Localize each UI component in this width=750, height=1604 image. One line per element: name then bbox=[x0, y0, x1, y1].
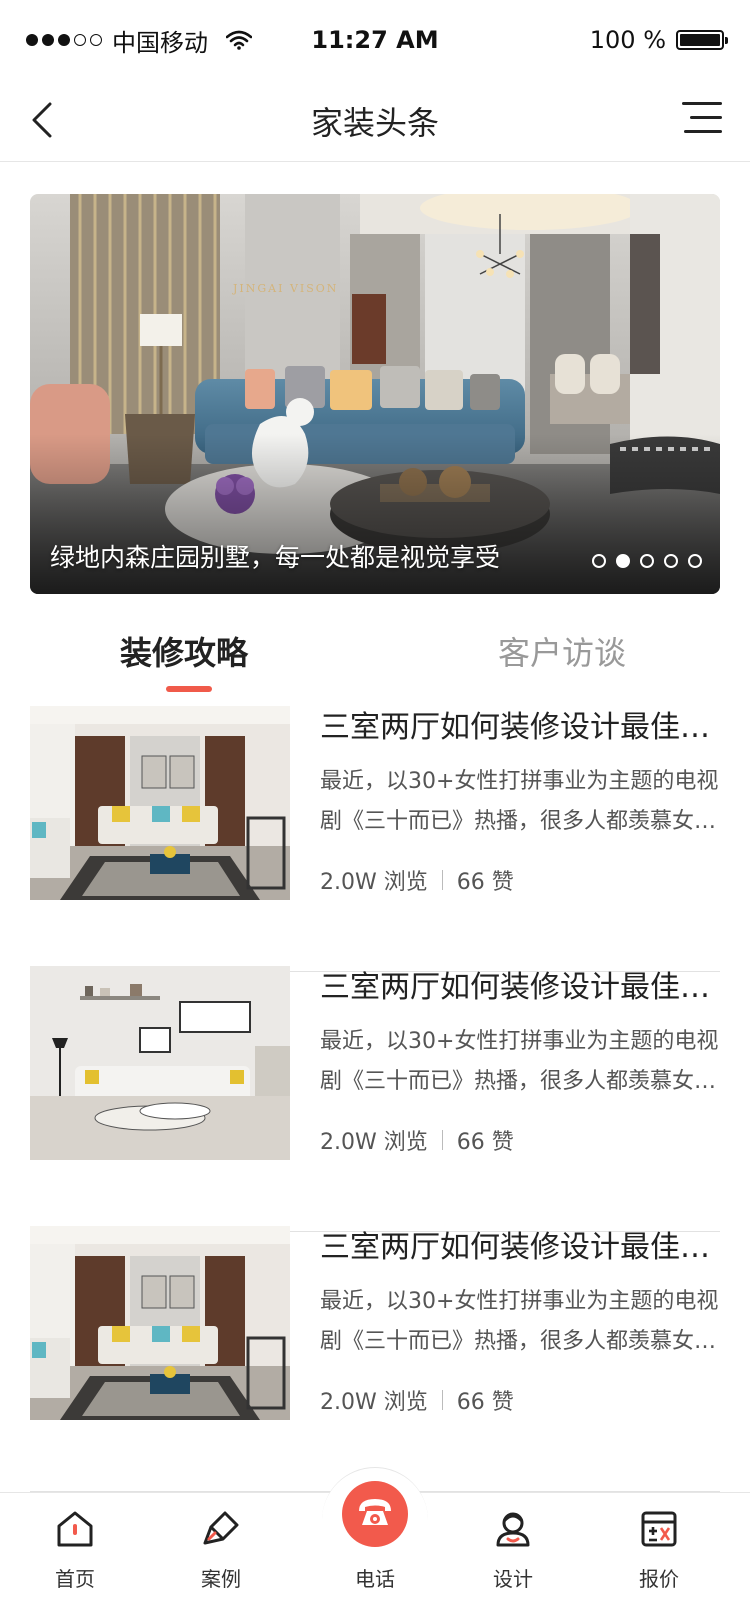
article-stats: 2.0W 浏览 66 赞 bbox=[320, 1124, 514, 1156]
like-count: 66 赞 bbox=[456, 1390, 514, 1415]
tab-decoration-guide[interactable]: 装修攻略 bbox=[120, 628, 248, 674]
article-summary: 最近，以30+女性打拼事业为主题的电视 剧《三十而已》热播，很多人都羡慕女主角 bbox=[320, 762, 720, 842]
article-summary: 最近，以30+女性打拼事业为主题的电视 剧《三十而已》热播，很多人都羡慕女主角 bbox=[320, 1282, 720, 1362]
carrier-name: 中国移动 bbox=[112, 28, 208, 57]
banner-caption: 绿地内森庄园别墅，每一处都是视觉享受 bbox=[50, 543, 501, 572]
article-thumbnail bbox=[30, 966, 290, 1160]
divider bbox=[441, 870, 443, 890]
calculator-icon bbox=[641, 1511, 677, 1547]
status-bar: 中国移动 11:27 AM 100 % bbox=[0, 0, 750, 80]
article-thumbnail bbox=[30, 706, 290, 900]
article-stats: 2.0W 浏览 66 赞 bbox=[320, 1384, 514, 1416]
like-count: 66 赞 bbox=[456, 1130, 514, 1155]
battery-percent: 100 % bbox=[589, 26, 666, 54]
phone-icon bbox=[359, 1499, 391, 1525]
banner-watermark: JINGAI VISON bbox=[232, 282, 338, 295]
banner-image: JINGAI VISON bbox=[30, 194, 720, 594]
view-count: 2.0W 浏览 bbox=[320, 1390, 428, 1415]
like-count: 66 赞 bbox=[456, 870, 514, 895]
article-summary-line: 最近，以30+女性打拼事业为主题的电视 bbox=[320, 769, 719, 794]
battery-icon bbox=[676, 30, 728, 50]
wifi-icon bbox=[226, 30, 252, 50]
article-item[interactable]: 三室两厅如何装修设计最佳？还有哪些注意事项 最近，以30+女性打拼事业为主题的电… bbox=[30, 966, 720, 1232]
article-summary: 最近，以30+女性打拼事业为主题的电视 剧《三十而已》热播，很多人都羡慕女主角 bbox=[320, 1022, 720, 1102]
article-summary-line: 剧《三十而已》热播，很多人都羡慕女主角 bbox=[320, 1329, 720, 1354]
tabbar-label: 报价 bbox=[639, 1567, 679, 1591]
tabbar-item-home[interactable]: 首页 bbox=[0, 1493, 150, 1604]
article-summary-line: 最近，以30+女性打拼事业为主题的电视 bbox=[320, 1029, 719, 1054]
tabbar-item-quote[interactable]: 报价 bbox=[584, 1493, 734, 1604]
article-title[interactable]: 三室两厅如何装修设计最佳？还有哪些注意事项 bbox=[320, 966, 720, 1010]
navigation-bar: 家装头条 bbox=[0, 80, 750, 162]
article-thumbnail bbox=[30, 1226, 290, 1420]
content-tabs: 装修攻略 客户访谈 bbox=[0, 620, 750, 692]
active-tab-indicator bbox=[166, 686, 212, 692]
view-count: 2.0W 浏览 bbox=[320, 870, 428, 895]
list-menu-icon[interactable] bbox=[682, 100, 722, 136]
designer-icon bbox=[496, 1512, 530, 1547]
phone-call-button[interactable] bbox=[342, 1481, 408, 1547]
tabbar-item-design[interactable]: 设计 bbox=[438, 1493, 588, 1604]
banner-carousel[interactable]: JINGAI VISON 绿地内森庄园别墅，每一处都是视觉享受 bbox=[30, 194, 720, 594]
article-item[interactable]: 三室两厅如何装修设计最佳？还有哪些注意事项 最近，以30+女性打拼事业为主题的电… bbox=[30, 1226, 720, 1492]
page-title: 家装头条 bbox=[310, 104, 439, 142]
article-title[interactable]: 三室两厅如何装修设计最佳？还有哪些注意事项 bbox=[320, 706, 720, 750]
brush-icon bbox=[203, 1511, 239, 1545]
signal-strength-icon bbox=[26, 34, 102, 46]
article-summary-line: 剧《三十而已》热播，很多人都羡慕女主角 bbox=[320, 1069, 720, 1094]
tabbar-label: 案例 bbox=[201, 1567, 241, 1591]
article-summary-line: 最近，以30+女性打拼事业为主题的电视 bbox=[320, 1289, 719, 1314]
bottom-tab-bar: 首页 案例 电话 设计 报价 bbox=[0, 1467, 750, 1604]
carousel-dot[interactable] bbox=[592, 554, 606, 568]
article-title[interactable]: 三室两厅如何装修设计最佳？还有哪些注意事项 bbox=[320, 1226, 720, 1270]
carousel-dot[interactable] bbox=[640, 554, 654, 568]
home-icon bbox=[57, 1511, 93, 1547]
divider bbox=[441, 1130, 443, 1150]
tabbar-item-cases[interactable]: 案例 bbox=[146, 1493, 296, 1604]
tab-customer-interview[interactable]: 客户访谈 bbox=[498, 628, 626, 674]
article-summary-line: 剧《三十而已》热播，很多人都羡慕女主角 bbox=[320, 809, 720, 834]
tabbar-item-phone[interactable]: 电话 bbox=[300, 1481, 450, 1604]
carousel-dot-active[interactable] bbox=[616, 554, 630, 568]
tabbar-label: 设计 bbox=[493, 1567, 533, 1591]
carousel-dot[interactable] bbox=[688, 554, 702, 568]
carousel-pagination[interactable] bbox=[592, 554, 702, 568]
article-item[interactable]: 三室两厅如何装修设计最佳？还有哪些注意事项 最近，以30+女性打拼事业为主题的电… bbox=[30, 706, 720, 972]
article-stats: 2.0W 浏览 66 赞 bbox=[320, 864, 514, 896]
tabbar-label: 电话 bbox=[355, 1567, 395, 1591]
view-count: 2.0W 浏览 bbox=[320, 1130, 428, 1155]
divider bbox=[441, 1390, 443, 1410]
carousel-dot[interactable] bbox=[664, 554, 678, 568]
tabbar-label: 首页 bbox=[55, 1567, 95, 1591]
